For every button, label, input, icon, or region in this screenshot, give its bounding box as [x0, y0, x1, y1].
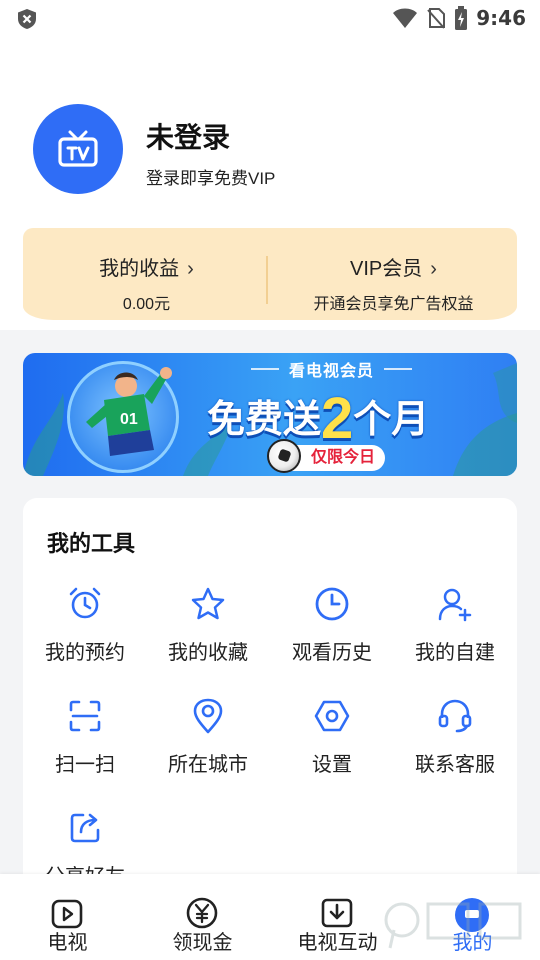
benefits-card: 我的收益 › 0.00元 VIP会员 › 开通会员享免广告权益: [23, 228, 517, 320]
tool-label: 扫一扫: [55, 754, 115, 776]
tools-card: 我的工具 我的预约 我的收藏 观看历史 我的自建 扫一扫 所在城市 设置 联系客…: [23, 498, 517, 918]
vip-desc: 开通会员享免广告权益: [313, 296, 474, 313]
vip-entry[interactable]: VIP会员 › 开通会员享免广告权益: [270, 228, 517, 320]
earnings-entry[interactable]: 我的收益 › 0.00元: [23, 228, 270, 320]
chevron-right-icon: ›: [430, 258, 437, 280]
tool-my-reservations[interactable]: 我的预约: [23, 586, 147, 686]
clock-icon: [315, 587, 349, 621]
tool-label: 我的预约: [45, 642, 125, 664]
tool-watch-history[interactable]: 观看历史: [270, 586, 394, 686]
banner-headline-post: 个月: [353, 399, 430, 441]
tool-scan[interactable]: 扫一扫: [23, 698, 147, 798]
tool-customer-service[interactable]: 联系客服: [393, 698, 517, 798]
tool-settings[interactable]: 设置: [270, 698, 394, 798]
promo-banner[interactable]: 01 看电视会员 免费送2个月 仅限今日: [23, 353, 517, 476]
banner-headline: 免费送2个月: [207, 385, 429, 452]
headset-icon: [438, 699, 472, 733]
earnings-title: 我的收益: [99, 258, 180, 280]
battery-charging-icon: [455, 6, 468, 30]
earnings-value: 0.00元: [122, 296, 171, 313]
alarm-clock-icon: [69, 587, 101, 619]
benefits-divider: [266, 256, 268, 304]
jersey-number: 01: [120, 411, 138, 428]
nav-label: 领现金: [172, 932, 233, 954]
chevron-right-icon: ›: [187, 258, 194, 280]
tool-label: 所在城市: [168, 754, 248, 776]
tool-label: 我的收藏: [168, 642, 248, 664]
nav-tab-cash[interactable]: 领现金: [135, 874, 270, 960]
tool-my-favorites[interactable]: 我的收藏: [146, 586, 270, 686]
no-sim-icon: [427, 8, 446, 29]
tool-label: 观看历史: [292, 642, 372, 664]
tool-label: 联系客服: [415, 754, 495, 776]
tool-city[interactable]: 所在城市: [146, 698, 270, 798]
tools-title: 我的工具: [47, 531, 136, 556]
wifi-icon: [393, 8, 418, 28]
star-icon: [191, 587, 225, 620]
profile-name[interactable]: 未登录: [146, 116, 230, 156]
download-tv-icon: [321, 898, 353, 928]
share-icon: [70, 813, 100, 843]
watermark-logo: [384, 902, 522, 949]
avatar[interactable]: [33, 104, 123, 194]
nav-label: 电视: [47, 932, 88, 954]
scan-icon: [69, 700, 101, 732]
banner-tag: 看电视会员: [250, 357, 413, 380]
banner-headline-number: 2: [321, 386, 354, 451]
play-tv-icon: [51, 899, 83, 929]
vip-title: VIP会员: [350, 258, 423, 280]
vip-title-row: VIP会员 ›: [270, 252, 517, 281]
tool-label: 我的自建: [415, 642, 495, 664]
tool-label: 设置: [312, 754, 352, 776]
shield-icon: [18, 9, 36, 29]
profile-subtitle[interactable]: 登录即享免费VIP: [146, 164, 275, 189]
status-bar: 9:46: [0, 0, 540, 36]
soccer-player-illustration: 01: [86, 367, 172, 456]
yuan-coin-icon: [186, 897, 218, 929]
banner-headline-pre: 免费送: [207, 399, 322, 441]
earnings-title-row: 我的收益 ›: [23, 252, 270, 281]
location-pin-icon: [193, 698, 223, 734]
nav-tab-tv[interactable]: 电视: [0, 874, 135, 960]
tool-my-created[interactable]: 我的自建: [393, 586, 517, 686]
add-user-icon: [438, 588, 472, 622]
settings-hexagon-icon: [314, 700, 350, 732]
tv-icon: [58, 130, 98, 167]
banner-player-circle: 01: [67, 361, 179, 473]
status-time: 9:46: [476, 6, 526, 30]
soccer-ball-icon: [267, 439, 301, 473]
